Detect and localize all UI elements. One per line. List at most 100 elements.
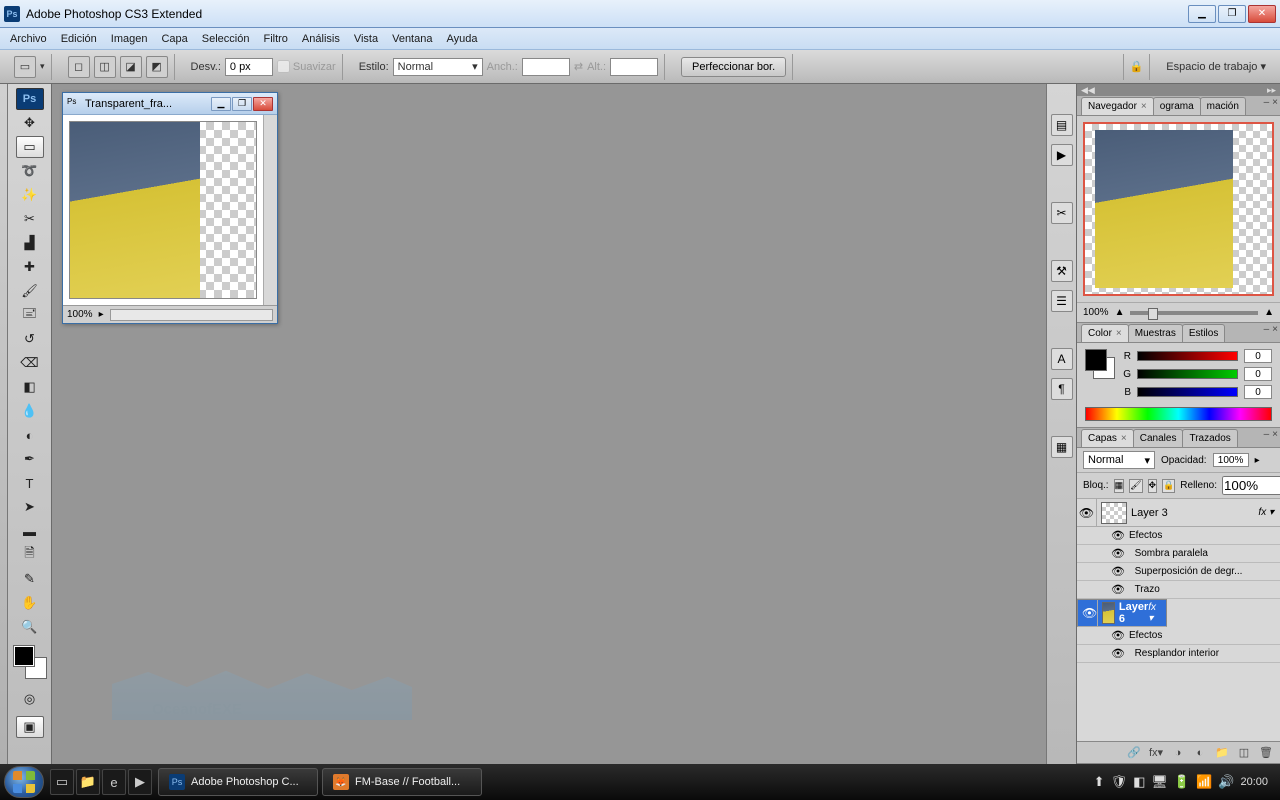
menu-analisis[interactable]: Análisis [302,33,340,45]
lock-transparency-icon[interactable]: ▦ [1114,479,1125,493]
tab-histograma[interactable]: ograma [1153,97,1201,115]
doc-close-button[interactable]: ✕ [253,97,273,111]
layer-thumb[interactable] [1102,602,1115,624]
tray-icon[interactable]: ◧ [1133,774,1145,790]
gradient-tool-icon[interactable]: ◧ [16,376,44,398]
selmode-intersect-icon[interactable]: ◩ [146,56,168,78]
wand-tool-icon[interactable]: ✨ [16,184,44,206]
new-layer-icon[interactable]: ◫ [1236,746,1252,759]
screenmode-icon[interactable]: ▣ [16,716,44,738]
doc-maximize-button[interactable]: ❐ [232,97,252,111]
dock-menu-icon[interactable]: ▸▸ [1267,85,1276,96]
task-fmbase[interactable]: 🦊FM-Base // Football... [322,768,482,796]
feather-input[interactable] [225,58,273,76]
r-input[interactable] [1244,349,1272,363]
g-slider[interactable] [1137,369,1238,379]
selmode-sub-icon[interactable]: ◪ [120,56,142,78]
add-style-icon[interactable]: fx▾ [1148,746,1164,759]
r-slider[interactable] [1137,351,1238,361]
crop-tool-icon[interactable]: ✂ [16,208,44,230]
layer-thumb[interactable] [1101,502,1127,524]
zoom-in-icon[interactable]: ▲ [1264,307,1274,318]
menu-filtro[interactable]: Filtro [263,33,287,45]
menu-ventana[interactable]: Ventana [392,33,432,45]
tab-navegador[interactable]: Navegador× [1081,97,1154,115]
dodge-tool-icon[interactable]: ◐ [16,424,44,446]
ql-explorer-icon[interactable]: 📁 [76,769,100,795]
blend-mode-select[interactable]: Normal▾ [1083,451,1155,469]
task-photoshop[interactable]: PsAdobe Photoshop C... [158,768,318,796]
tab-informacion[interactable]: mación [1200,97,1246,115]
rtab-6-icon[interactable]: A [1051,348,1073,370]
panel-min-icon[interactable]: – [1264,97,1270,108]
tab-capas[interactable]: Capas× [1081,429,1134,447]
rtab-5-icon[interactable]: ☰ [1051,290,1073,312]
hand-tool-icon[interactable]: ✋ [16,592,44,614]
zoom-tool-icon[interactable]: 🔍 [16,616,44,638]
quickmask-icon[interactable]: ◎ [16,688,44,710]
brush-tool-icon[interactable]: 🖌 [16,280,44,302]
menu-capa[interactable]: Capa [161,33,187,45]
ql-desktop-icon[interactable]: ▭ [50,769,74,795]
lock-position-icon[interactable]: ✥ [1148,479,1158,493]
type-tool-icon[interactable]: T [16,472,44,494]
tray-icon[interactable]: 🔋 [1174,774,1190,790]
start-button[interactable] [4,766,44,798]
color-swatches[interactable] [14,646,46,678]
ql-ie-icon[interactable]: e [102,769,126,795]
tray-icon[interactable]: ⬆ [1094,774,1105,790]
new-group-icon[interactable]: 📁 [1214,746,1230,759]
fx-badge-icon[interactable]: fx ▾ [1258,507,1280,518]
tab-color[interactable]: Color× [1081,324,1129,342]
canvas-area[interactable]: Ps Transparent_fra... ▁ ❐ ✕ 100% ▸ Ocean… [52,84,1046,764]
lock-paint-icon[interactable]: 🖌 [1129,479,1142,493]
refine-edge-button[interactable]: Perfeccionar bor. [681,57,786,77]
tab-muestras[interactable]: Muestras [1128,324,1183,342]
doc-info-icon[interactable]: ▸ [99,309,104,320]
opacity-input[interactable] [1213,453,1249,467]
menu-seleccion[interactable]: Selección [202,33,250,45]
blur-tool-icon[interactable]: 💧 [16,400,44,422]
marquee-tool-icon[interactable]: ▭ [16,136,44,158]
tab-canales[interactable]: Canales [1133,429,1184,447]
rtab-8-icon[interactable]: ▦ [1051,436,1073,458]
fx-badge-icon[interactable]: fx ▾ [1148,602,1162,624]
rtab-2-icon[interactable]: ▶ [1051,144,1073,166]
spectrum-ramp[interactable] [1085,407,1272,421]
notes-tool-icon[interactable]: 🗎 [16,544,44,566]
rtab-7-icon[interactable]: ¶ [1051,378,1073,400]
tray-icon[interactable]: 🔊 [1218,774,1234,790]
eyedropper-tool-icon[interactable]: ✎ [16,568,44,590]
close-button[interactable]: ✕ [1248,5,1276,23]
g-input[interactable] [1244,367,1272,381]
navigator-thumbnail[interactable] [1083,122,1274,296]
b-input[interactable] [1244,385,1272,399]
menu-archivo[interactable]: Archivo [10,33,47,45]
rtab-4-icon[interactable]: ⚒ [1051,260,1073,282]
zoom-out-icon[interactable]: ▲ [1115,307,1125,318]
panel-close-icon[interactable]: × [1272,97,1278,108]
selmode-new-icon[interactable]: ◻ [68,56,90,78]
visibility-toggle-icon[interactable]: 👁 [1082,600,1098,626]
lasso-tool-icon[interactable]: ➰ [16,160,44,182]
layer-row[interactable]: 👁 Layer 6 fx ▾ [1077,599,1167,627]
toolbox-grip[interactable] [0,84,8,764]
rtab-1-icon[interactable]: ▤ [1051,114,1073,136]
b-slider[interactable] [1137,387,1238,397]
color-fg-swatch[interactable] [1085,349,1107,371]
menu-edicion[interactable]: Edición [61,33,97,45]
ql-wmp-icon[interactable]: ▶ [128,769,152,795]
rtab-3-icon[interactable]: ✂ [1051,202,1073,224]
add-mask-icon[interactable]: ◑ [1170,747,1186,759]
fg-swatch[interactable] [14,646,34,666]
layer-row[interactable]: 👁 Layer 3 fx ▾ [1077,499,1280,527]
slice-tool-icon[interactable]: ▟ [16,232,44,254]
adjustment-layer-icon[interactable]: ◐ [1192,747,1208,759]
minimize-button[interactable]: ▁ [1188,5,1216,23]
tray-icon[interactable]: 🖥 [1151,774,1168,790]
workspace-menu[interactable]: Espacio de trabajo ▾ [1166,60,1266,73]
nav-zoom-value[interactable]: 100% [1083,307,1109,318]
doc-scrollbar[interactable] [110,309,273,321]
history-brush-icon[interactable]: ↺ [16,328,44,350]
delete-layer-icon[interactable]: 🗑 [1258,746,1274,759]
